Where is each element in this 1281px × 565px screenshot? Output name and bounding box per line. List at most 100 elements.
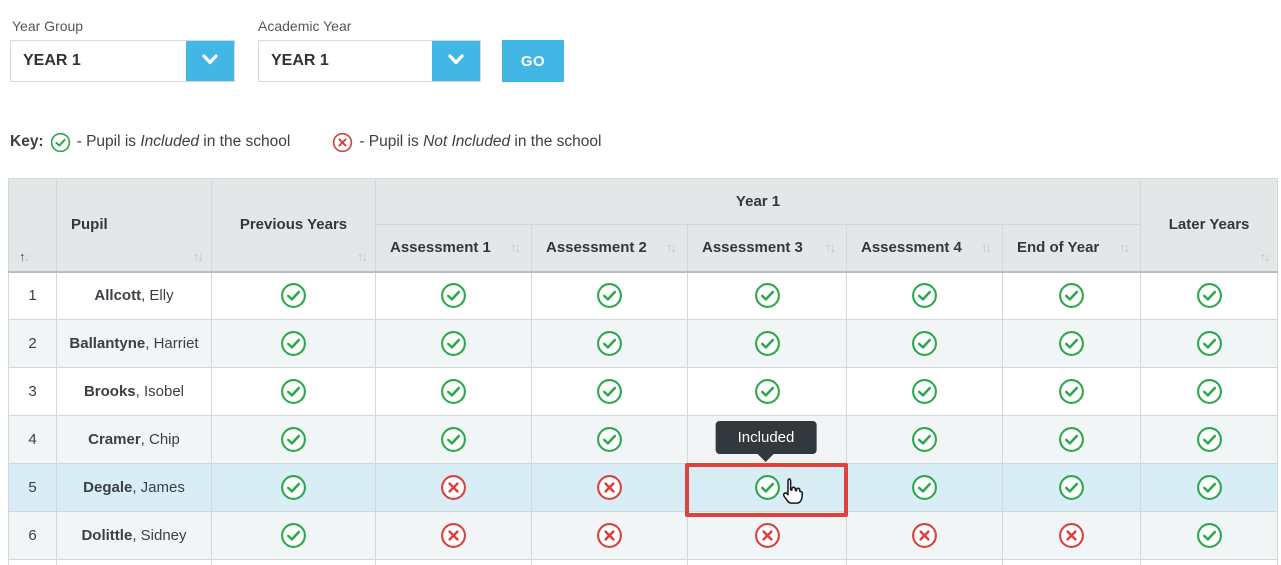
key-legend: Key: - Pupil is Included in the school -…	[10, 130, 601, 154]
sub-header-label: Assessment 1	[390, 239, 491, 257]
status-cell-previous_years[interactable]	[211, 271, 376, 320]
status-cell-assessment_4[interactable]	[846, 271, 1003, 320]
status-cell-later_years[interactable]	[1140, 367, 1279, 416]
included-icon	[281, 427, 306, 452]
row-number-column-header[interactable]: ↑↓	[8, 178, 57, 272]
sort-icon[interactable]: ↑↓	[981, 241, 992, 254]
status-cell-assessment_1[interactable]	[375, 463, 532, 512]
status-cell-assessment_3[interactable]	[687, 319, 847, 368]
sort-icon[interactable]: ↑↓	[1119, 241, 1130, 254]
not-included-icon	[1059, 523, 1084, 548]
status-cell-assessment_4[interactable]	[846, 367, 1003, 416]
status-cell-end_of_year[interactable]	[1001, 511, 1142, 560]
sort-icon[interactable]: ↑↓	[1259, 250, 1270, 263]
status-cell-assessment_4[interactable]	[846, 319, 1003, 368]
go-button[interactable]: GO	[502, 40, 564, 82]
included-icon	[281, 331, 306, 356]
status-cell-assessment_3[interactable]	[687, 367, 847, 416]
sort-icon[interactable]: ↑↓	[510, 241, 521, 254]
pupil-column-header[interactable]: Pupil ↑↓	[56, 178, 212, 272]
status-cell-later_years[interactable]	[1140, 271, 1279, 320]
status-cell-assessment_2[interactable]	[531, 511, 688, 560]
table-row: 2 Ballantyne, Harriet	[8, 319, 1279, 368]
sub-column-header-assessment_4[interactable]: Assessment 4 ↑↓	[846, 224, 1003, 272]
status-cell-previous_years[interactable]	[211, 511, 376, 560]
academic-year-label: Academic Year	[258, 18, 352, 34]
sort-icon[interactable]: ↑↓	[193, 250, 204, 263]
status-cell-previous_years[interactable]	[211, 367, 376, 416]
year-group-dropdown-button[interactable]	[186, 41, 234, 81]
status-cell-assessment_3[interactable]	[687, 271, 847, 320]
status-cell-assessment_1[interactable]	[375, 511, 532, 560]
included-icon	[1059, 427, 1084, 452]
key-not-included-entry: - Pupil is Not Included in the school	[332, 132, 601, 153]
row-number-cell: 3	[8, 367, 57, 416]
sort-icon[interactable]: ↑↓	[19, 250, 30, 263]
year-group-label: Year Group	[12, 18, 84, 34]
sort-icon[interactable]: ↑↓	[666, 241, 677, 254]
status-cell-later_years[interactable]	[1140, 463, 1279, 512]
status-cell-assessment_2[interactable]	[531, 367, 688, 416]
status-cell-assessment_4[interactable]	[846, 511, 1003, 560]
included-icon	[1059, 379, 1084, 404]
pupil-name-cell: Ballantyne, Harriet	[56, 319, 212, 368]
status-cell-end_of_year[interactable]	[1001, 271, 1142, 320]
pupil-name-cell: Brooks, Isobel	[56, 367, 212, 416]
status-cell-end_of_year[interactable]	[1001, 463, 1142, 512]
key-not-included-pre: - Pupil is	[359, 133, 424, 150]
not-included-icon	[441, 475, 466, 500]
sort-icon[interactable]: ↑↓	[357, 250, 368, 263]
status-cell-assessment_2[interactable]	[531, 415, 688, 464]
sub-header-label: End of Year	[1017, 239, 1100, 257]
status-tooltip: Included	[715, 421, 817, 462]
table-row: 1 Allcott, Elly	[8, 271, 1279, 320]
status-cell-previous_years[interactable]	[211, 319, 376, 368]
status-cell-later_years[interactable]	[1140, 511, 1279, 560]
status-cell-previous_years[interactable]	[211, 463, 376, 512]
sort-icon[interactable]: ↑↓	[825, 241, 836, 254]
academic-year-value: YEAR 1	[271, 52, 329, 69]
included-icon	[754, 379, 780, 404]
key-label: Key:	[10, 133, 44, 150]
pupil-name-cell: Allcott, Elly	[56, 271, 212, 320]
status-cell-later_years[interactable]	[1140, 319, 1279, 368]
chevron-down-icon	[200, 49, 220, 74]
status-cell-assessment_4[interactable]	[846, 463, 1003, 512]
status-cell-assessment_4[interactable]	[846, 415, 1003, 464]
sub-header-label: Assessment 4	[861, 239, 962, 257]
sub-column-header-assessment_3[interactable]: Assessment 3 ↑↓	[687, 224, 847, 272]
not-included-icon	[332, 132, 353, 153]
status-cell-assessment_2[interactable]	[531, 271, 688, 320]
status-cell-previous_years[interactable]	[211, 415, 376, 464]
status-cell-end_of_year[interactable]	[1001, 367, 1142, 416]
sub-column-header-end_of_year[interactable]: End of Year ↑↓	[1001, 224, 1142, 272]
included-icon	[281, 475, 306, 500]
sub-column-header-assessment_1[interactable]: Assessment 1 ↑↓	[375, 224, 532, 272]
academic-year-dropdown-button[interactable]	[432, 41, 480, 81]
year-group-select[interactable]: YEAR 1	[10, 40, 235, 82]
status-cell-assessment_1[interactable]	[375, 415, 532, 464]
status-cell-assessment_3-highlighted[interactable]	[687, 463, 847, 512]
status-cell-later_years[interactable]	[1140, 415, 1279, 464]
sub-column-header-assessment_2[interactable]: Assessment 2 ↑↓	[531, 224, 688, 272]
academic-year-select[interactable]: YEAR 1	[258, 40, 481, 82]
status-cell-assessment_1[interactable]	[375, 271, 532, 320]
table-row: 6 Dolittle, Sidney	[8, 511, 1279, 560]
previous-years-column-header[interactable]: Previous Years ↑↓	[211, 178, 376, 272]
later-years-header-label: Later Years	[1168, 216, 1250, 234]
status-cell-assessment_2[interactable]	[531, 463, 688, 512]
table-row: 4 Cramer, Chip	[8, 415, 1279, 464]
included-icon	[1196, 475, 1222, 500]
included-icon	[441, 283, 466, 309]
pupil-surname: Ballantyne	[69, 335, 146, 352]
later-years-column-header[interactable]: Later Years ↑↓	[1140, 178, 1279, 272]
status-cell-assessment_1[interactable]	[375, 367, 532, 416]
status-cell-end_of_year[interactable]	[1001, 415, 1142, 464]
included-icon	[912, 475, 937, 500]
previous-years-header-label: Previous Years	[239, 216, 348, 234]
status-cell-end_of_year[interactable]	[1001, 319, 1142, 368]
status-cell-assessment_1[interactable]	[375, 319, 532, 368]
key-included-post: in the school	[198, 133, 291, 150]
status-cell-assessment_2[interactable]	[531, 319, 688, 368]
status-cell-assessment_3[interactable]	[687, 511, 847, 560]
